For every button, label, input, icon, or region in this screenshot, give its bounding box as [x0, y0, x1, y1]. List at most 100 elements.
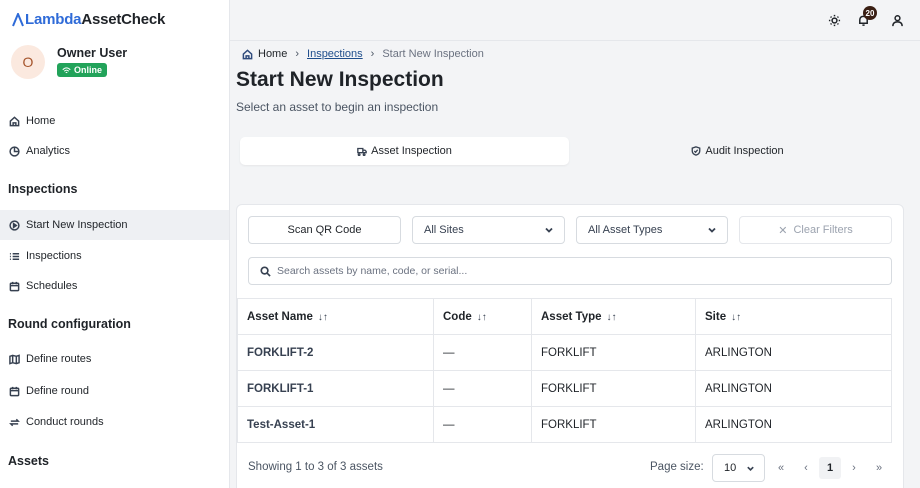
play-circle-icon: [9, 219, 20, 231]
sidebar-item-label: Analytics: [26, 145, 71, 157]
cell-site: ARLINGTON: [695, 406, 892, 443]
sidebar-item-start-new-inspection[interactable]: Start New Inspection: [0, 210, 229, 240]
list-icon: [9, 252, 20, 260]
sidebar-item-label: Home: [26, 115, 56, 127]
chevron-down-icon: [708, 227, 716, 233]
section-title-assets: Assets: [8, 454, 49, 468]
sidebar-item-define-round[interactable]: Define round: [0, 376, 229, 406]
status-badge: Online: [57, 63, 108, 78]
column-header-code[interactable]: Code ↓↑: [433, 298, 532, 335]
cell-asset-name: FORKLIFT-1: [237, 370, 434, 407]
table-header-row: Asset Name ↓↑ Code ↓↑ Asset Type ↓↑ Site ↓↑: [237, 298, 892, 335]
sidebar-item-analytics[interactable]: Analytics: [0, 136, 229, 166]
search-input[interactable]: [277, 265, 857, 277]
cell-code: —: [433, 406, 532, 443]
tab-asset-inspection[interactable]: Asset Inspection: [240, 137, 569, 165]
pie-chart-icon: [9, 145, 20, 157]
cell-site: ARLINGTON: [695, 370, 892, 407]
avatar[interactable]: O: [11, 45, 45, 79]
lambda-logo-icon: [12, 12, 24, 26]
sort-icon: ↓↑: [731, 311, 742, 323]
brand-name-part2: AssetCheck: [81, 11, 166, 28]
sidebar-item-conduct-rounds[interactable]: Conduct rounds: [0, 407, 229, 437]
sidebar-item-schedules[interactable]: Schedules: [0, 271, 229, 301]
current-page-button[interactable]: 1: [819, 457, 841, 479]
table-row[interactable]: Test-Asset-1 — FORKLIFT ARLINGTON: [237, 406, 892, 443]
page-size-label: Page size:: [650, 461, 704, 473]
sidebar-item-inspections[interactable]: Inspections: [0, 241, 229, 271]
breadcrumb-home-link[interactable]: Home: [258, 48, 287, 60]
cell-code: —: [433, 334, 532, 371]
sidebar-item-define-routes[interactable]: Define routes: [0, 344, 229, 374]
theme-toggle-button[interactable]: [824, 10, 844, 30]
notification-count-badge: 20: [863, 6, 877, 20]
sidebar-item-label: Inspections: [26, 250, 82, 262]
brand-logo[interactable]: Lambda AssetCheck: [12, 11, 165, 28]
user-profile: O Owner User Online: [11, 45, 127, 79]
button-label: Clear Filters: [793, 224, 853, 236]
asset-type-filter-select[interactable]: All Asset Types: [576, 216, 728, 244]
calendar-icon: [9, 386, 20, 396]
breadcrumb: Home › Inspections › Start New Inspectio…: [242, 48, 484, 60]
pagination-summary: Showing 1 to 3 of 3 assets: [248, 461, 383, 473]
first-page-button[interactable]: «: [770, 457, 792, 479]
column-header-asset-name[interactable]: Asset Name ↓↑: [237, 298, 434, 335]
status-text: Online: [74, 65, 103, 76]
truck-icon: [357, 147, 367, 156]
map-icon: [9, 353, 20, 365]
user-icon: [891, 14, 903, 26]
sidebar-item-label: Define round: [26, 385, 89, 397]
cell-asset-name: FORKLIFT-2: [237, 334, 434, 371]
asset-selection-card: Scan QR Code All Sites All Asset Types ✕…: [236, 204, 904, 488]
sidebar-item-label: Schedules: [26, 280, 78, 292]
wifi-icon: [62, 67, 71, 73]
select-value: All Sites: [424, 224, 464, 236]
select-value: 10: [724, 462, 737, 474]
tab-audit-inspection[interactable]: Audit Inspection: [573, 137, 902, 165]
assets-table: Asset Name ↓↑ Code ↓↑ Asset Type ↓↑ Site ↓↑ …: [237, 298, 892, 443]
next-page-button[interactable]: ›: [843, 457, 865, 479]
cell-asset-type: FORKLIFT: [531, 370, 696, 407]
notifications-button[interactable]: 20: [853, 6, 877, 30]
last-page-button[interactable]: »: [868, 457, 890, 479]
chevron-right-icon: ›: [295, 48, 300, 60]
table-row[interactable]: FORKLIFT-1 — FORKLIFT ARLINGTON: [237, 370, 892, 407]
user-name: Owner User: [57, 46, 128, 61]
table-row[interactable]: FORKLIFT-2 — FORKLIFT ARLINGTON: [237, 334, 892, 371]
tab-label: Audit Inspection: [705, 145, 784, 157]
site-filter-select[interactable]: All Sites: [412, 216, 565, 244]
scan-qr-code-button[interactable]: Scan QR Code: [248, 216, 401, 244]
previous-page-button[interactable]: ‹: [795, 457, 817, 479]
column-header-asset-type[interactable]: Asset Type ↓↑: [531, 298, 696, 335]
button-label: Scan QR Code: [287, 224, 362, 236]
breadcrumb-current: Start New Inspection: [382, 48, 484, 60]
sort-icon: ↓↑: [606, 311, 617, 323]
user-menu-button[interactable]: [887, 10, 907, 30]
chevron-right-icon: ›: [370, 48, 375, 60]
page-size-select[interactable]: 10: [712, 454, 765, 482]
select-value: All Asset Types: [588, 224, 663, 236]
sidebar-item-home[interactable]: Home: [0, 106, 229, 136]
tab-label: Asset Inspection: [371, 145, 452, 157]
cell-asset-type: FORKLIFT: [531, 334, 696, 371]
home-icon: [9, 115, 20, 126]
calendar-icon: [9, 281, 20, 291]
column-header-site[interactable]: Site ↓↑: [695, 298, 892, 335]
inspection-type-tabs: Asset Inspection Audit Inspection: [236, 135, 904, 167]
sidebar-item-label: Start New Inspection: [26, 219, 128, 231]
repeat-icon: [9, 418, 20, 426]
breadcrumb-inspections-link[interactable]: Inspections: [307, 48, 363, 60]
cell-asset-type: FORKLIFT: [531, 406, 696, 443]
sort-icon: ↓↑: [317, 311, 328, 323]
page-title: Start New Inspection: [236, 68, 444, 91]
sidebar: Lambda AssetCheck O Owner User Online Hom…: [0, 0, 230, 488]
clear-filters-button[interactable]: ✕ Clear Filters: [739, 216, 892, 244]
page-subtitle: Select an asset to begin an inspection: [236, 100, 439, 114]
asset-search: [248, 257, 892, 285]
chevron-down-icon: [747, 466, 754, 471]
brand-name-part1: Lambda: [25, 11, 82, 28]
sidebar-item-label: Define routes: [26, 353, 92, 365]
search-icon: [260, 265, 271, 277]
chevron-down-icon: [545, 227, 553, 233]
close-icon: ✕: [778, 224, 788, 237]
